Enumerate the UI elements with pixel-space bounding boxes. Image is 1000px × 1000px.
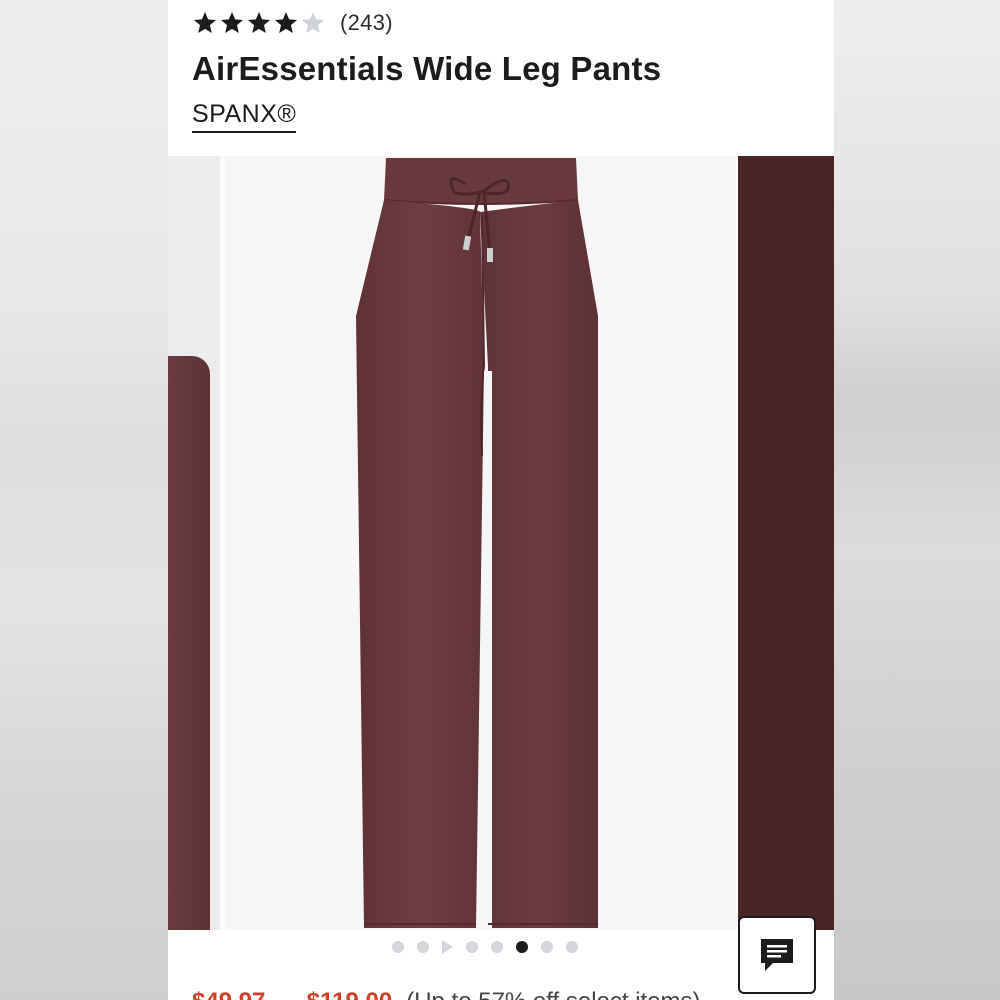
discount-note: (Up to 57% off select items) xyxy=(406,988,700,1000)
star-filled-icon xyxy=(247,11,271,33)
chat-bubble-icon xyxy=(761,939,793,971)
star-filled-icon xyxy=(274,11,298,33)
star-empty-icon xyxy=(301,11,325,33)
pagination-dot[interactable] xyxy=(466,941,478,953)
pagination-dot[interactable] xyxy=(491,941,503,953)
pagination-dot[interactable] xyxy=(417,941,429,953)
pagination-dot-active[interactable] xyxy=(516,941,528,953)
review-count[interactable]: (243) xyxy=(340,10,393,36)
product-page: (243) AirEssentials Wide Leg Pants SPANX… xyxy=(168,0,834,1000)
carousel-slide-next-fabric-swatch[interactable] xyxy=(738,156,834,930)
star-filled-icon xyxy=(193,11,217,33)
pagination-dot[interactable] xyxy=(566,941,578,953)
price-low: $49.97 xyxy=(192,988,265,1000)
price-row: $49.97 – $119.00 (Up to 57% off select i… xyxy=(192,988,701,1000)
carousel-pagination xyxy=(392,940,578,954)
pants-product-image xyxy=(356,158,598,928)
pagination-dot[interactable] xyxy=(541,941,553,953)
brand-link[interactable]: SPANX® xyxy=(192,100,297,133)
price-high: $119.00 xyxy=(307,988,392,1000)
background-blur-right xyxy=(834,0,1000,1000)
pagination-dot[interactable] xyxy=(392,941,404,953)
image-carousel[interactable] xyxy=(168,156,834,930)
carousel-slide-current[interactable] xyxy=(226,156,736,930)
price-separator: – xyxy=(279,988,292,1000)
brand-name: SPANX® xyxy=(192,100,297,128)
carousel-slide-previous[interactable] xyxy=(168,156,220,930)
pants-partial-image xyxy=(168,356,210,930)
rating-row[interactable]: (243) xyxy=(192,6,393,40)
star-filled-icon xyxy=(220,11,244,33)
background-blur-left xyxy=(0,0,168,1000)
play-icon[interactable] xyxy=(442,940,453,954)
product-title: AirEssentials Wide Leg Pants xyxy=(192,50,662,87)
chat-button[interactable] xyxy=(738,916,816,994)
star-rating xyxy=(192,10,326,36)
